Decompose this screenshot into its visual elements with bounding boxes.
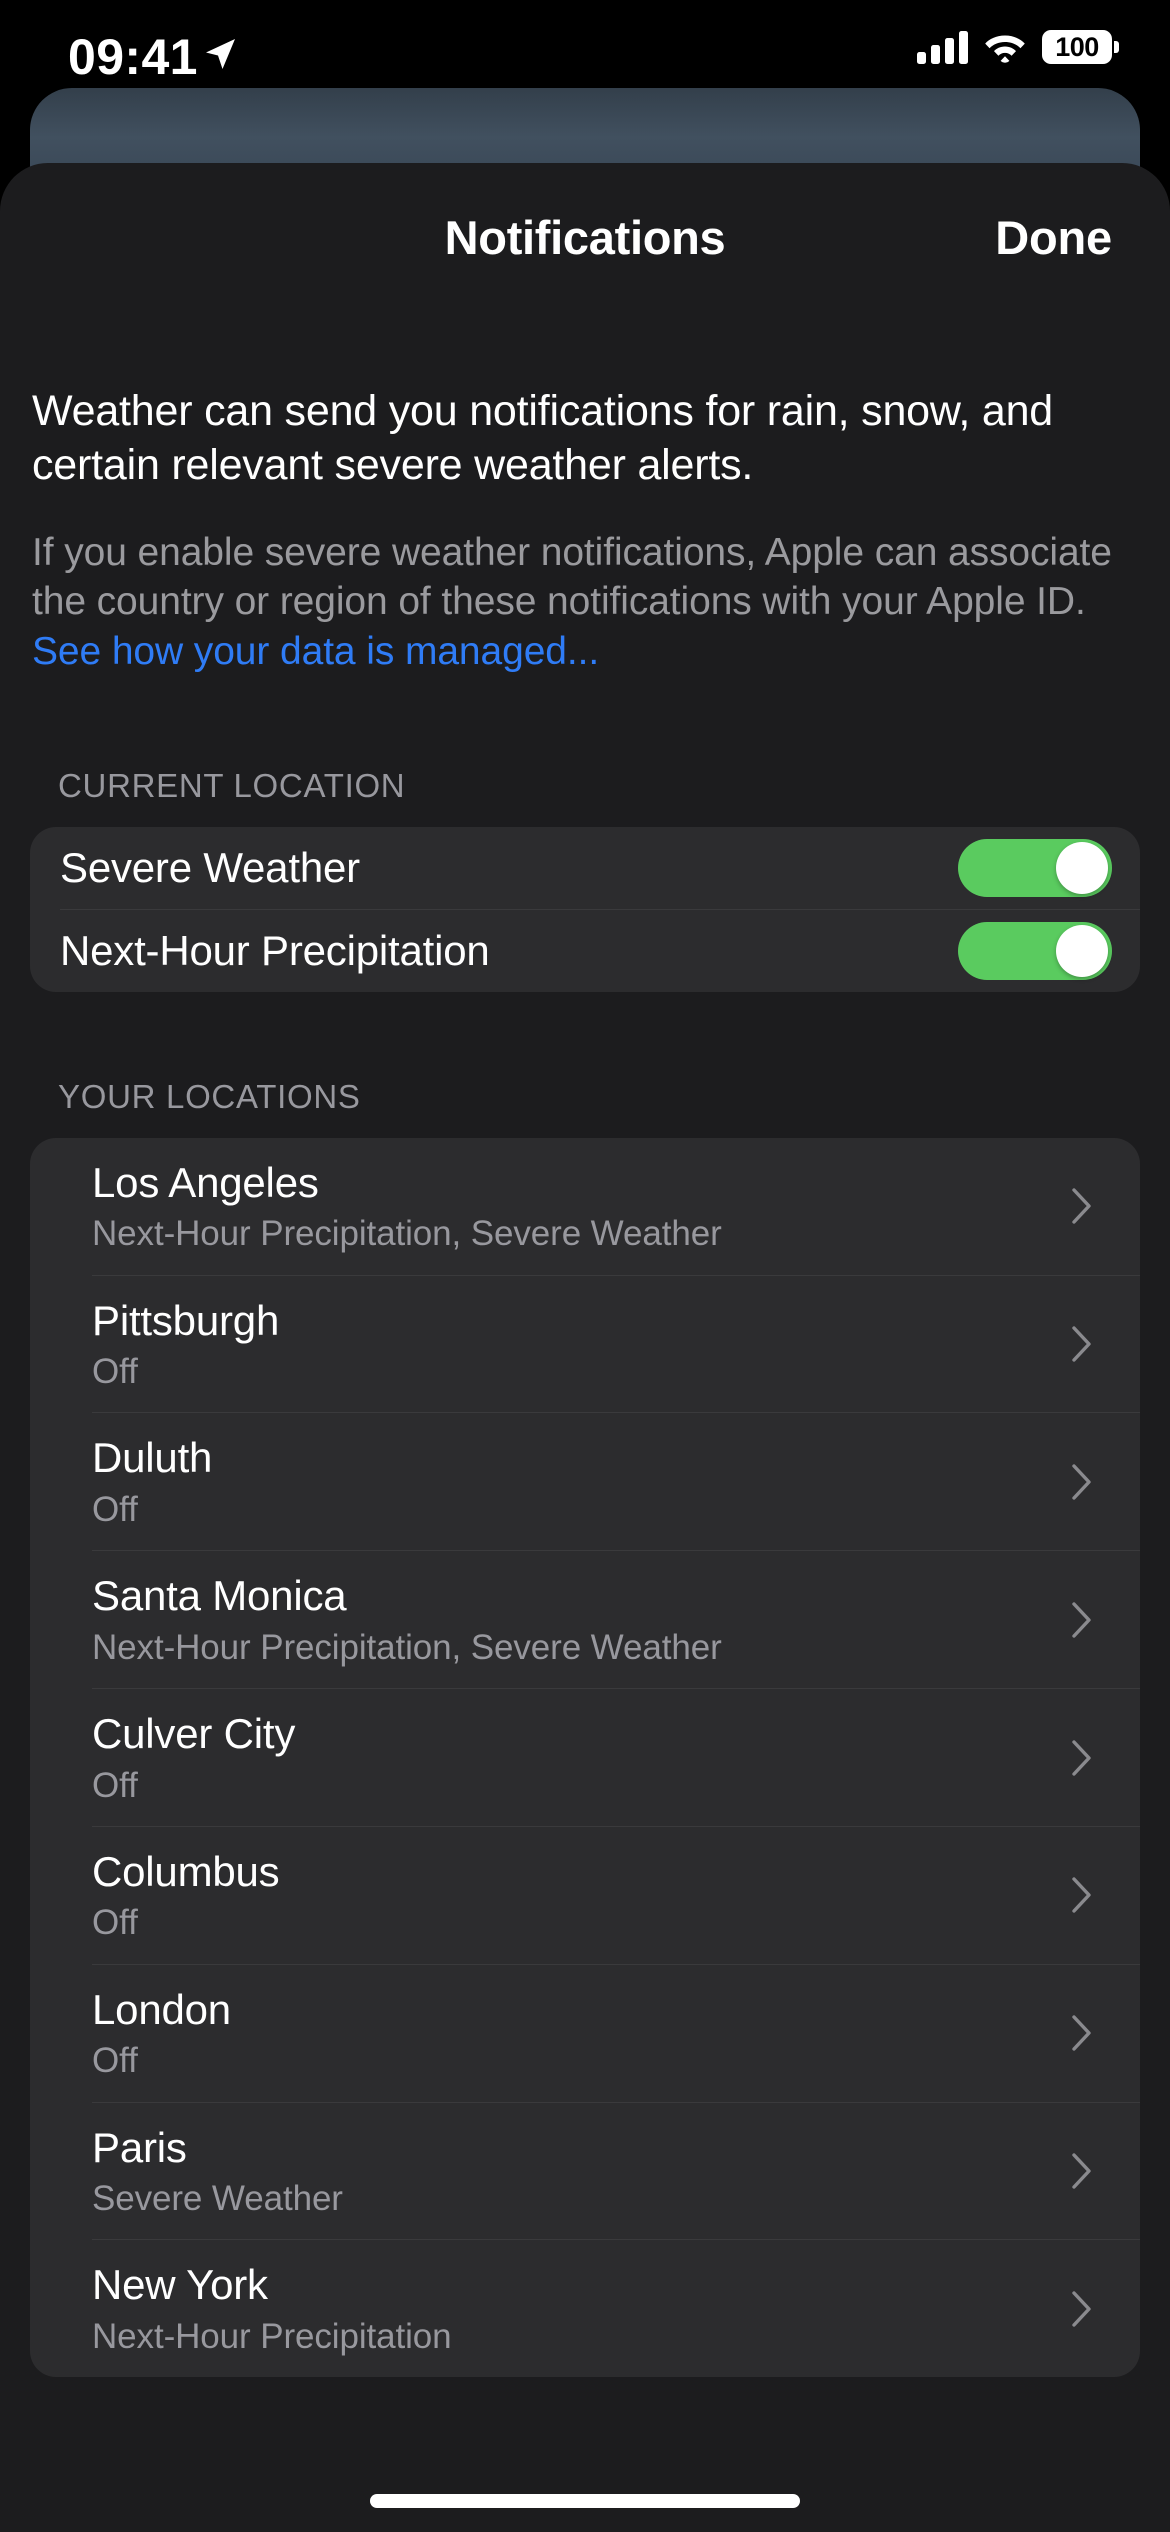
chevron-right-icon (1072, 1601, 1091, 1638)
location-row[interactable]: Pittsburgh Off (30, 1276, 1140, 1413)
location-subtitle: Off (92, 1903, 138, 1943)
location-name: Pittsburgh (92, 1296, 280, 1344)
intro-secondary-text: If you enable severe weather notificatio… (32, 528, 1138, 675)
current-location-card: Severe Weather Next-Hour Precipitation (30, 826, 1140, 992)
location-row[interactable]: Culver City Off (30, 1689, 1140, 1826)
location-name: Paris (92, 2123, 187, 2171)
severe-weather-label: Severe Weather (60, 843, 360, 891)
data-managed-link[interactable]: See how your data is managed... (32, 630, 599, 673)
severe-weather-row[interactable]: Severe Weather (30, 827, 1140, 909)
next-hour-precipitation-row[interactable]: Next-Hour Precipitation (30, 910, 1140, 992)
location-name: Culver City (92, 1710, 296, 1758)
location-subtitle: Next-Hour Precipitation, Severe Weather (92, 1214, 722, 1254)
chevron-right-icon (1072, 1326, 1091, 1362)
current-location-section-header: CURRENT LOCATION (58, 766, 406, 804)
location-subtitle: Off (92, 1765, 138, 1805)
location-row[interactable]: Columbus Off (30, 1827, 1140, 1964)
chevron-right-icon (1072, 1877, 1091, 1914)
cellular-signal-icon (917, 30, 968, 64)
next-hour-precipitation-toggle[interactable] (958, 921, 1112, 980)
location-row[interactable]: London Off (30, 1965, 1140, 2102)
location-subtitle: Off (92, 1489, 138, 1529)
home-indicator (370, 2494, 800, 2508)
wifi-icon (985, 35, 1025, 63)
status-bar-time: 09:41 (68, 29, 198, 85)
status-bar: 09:41 100 (0, 0, 1170, 132)
chevron-right-icon (1072, 1188, 1091, 1224)
location-subtitle: Next-Hour Precipitation (92, 2317, 452, 2357)
location-name: New York (92, 2261, 268, 2309)
location-subtitle: Severe Weather (92, 2179, 343, 2219)
battery-level-label: 100 (1055, 31, 1099, 62)
battery-icon: 100 (1042, 30, 1119, 64)
location-row[interactable]: Santa Monica Next-Hour Precipitation, Sev… (30, 1551, 1140, 1688)
location-name: Columbus (92, 1847, 280, 1895)
your-locations-section-header: YOUR LOCATIONS (58, 1077, 361, 1115)
location-name: Santa Monica (92, 1572, 347, 1620)
status-bar-indicators: 100 (917, 30, 1119, 64)
chevron-right-icon (1072, 1464, 1091, 1500)
location-name: Duluth (92, 1434, 213, 1482)
your-locations-card: Los Angeles Next-Hour Precipitation, Seve… (30, 1137, 1140, 2378)
location-arrow-icon (206, 39, 235, 69)
intro-text-block: Weather can send you notifications for r… (0, 384, 1170, 676)
location-row[interactable]: Duluth Off (30, 1413, 1140, 1550)
toggle-knob (1056, 841, 1108, 894)
navigation-bar: Notifications Done (0, 163, 1170, 291)
chevron-right-icon (1072, 1739, 1091, 1776)
location-subtitle: Off (92, 1352, 138, 1392)
chevron-right-icon (1072, 2291, 1091, 2327)
location-subtitle: Off (92, 2041, 138, 2081)
chevron-right-icon (1072, 2153, 1091, 2189)
next-hour-precipitation-label: Next-Hour Precipitation (60, 926, 490, 974)
location-row[interactable]: New York Next-Hour Precipitation (30, 2240, 1140, 2377)
severe-weather-toggle[interactable] (958, 838, 1112, 897)
notifications-sheet: Notifications Done Weather can send you … (0, 163, 1170, 2532)
chevron-right-icon (1072, 2015, 1091, 2051)
location-subtitle: Next-Hour Precipitation, Severe Weather (92, 1627, 722, 1667)
done-button[interactable]: Done (995, 210, 1112, 265)
intro-primary-text: Weather can send you notifications for r… (32, 387, 1054, 490)
location-row[interactable]: Los Angeles Next-Hour Precipitation, Seve… (30, 1138, 1140, 1275)
iphone-screen: 09:41 100 Notifications Done Weather can… (0, 0, 1170, 2532)
location-name: London (92, 1985, 231, 2033)
toggle-knob (1056, 924, 1108, 977)
location-name: Los Angeles (92, 1158, 319, 1206)
intro-secondary-body: If you enable severe weather notificatio… (32, 531, 1112, 624)
location-row[interactable]: Paris Severe Weather (30, 2103, 1140, 2240)
